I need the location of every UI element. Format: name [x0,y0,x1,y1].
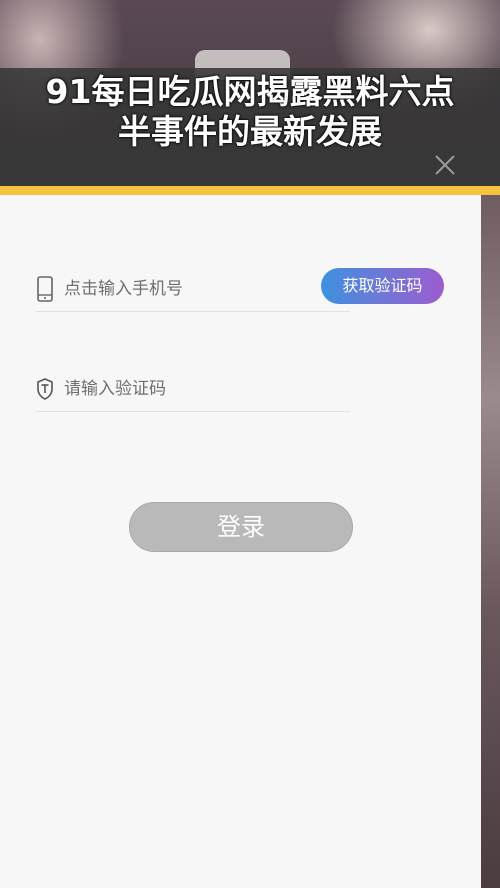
shield-icon [37,378,53,400]
verification-code-input[interactable] [64,377,334,401]
background-right-edge [480,190,500,888]
phone-number-input[interactable] [64,277,334,301]
login-button[interactable]: 登录 [129,502,353,552]
phone-field-row [36,271,350,312]
page-headline: 91每日吃瓜网揭露黑料六点 半事件的最新发展 [0,72,500,152]
headline-line-1: 91每日吃瓜网揭露黑料六点 [45,72,455,111]
close-button[interactable] [430,150,460,180]
login-card: 获取验证码 登录 [0,195,481,888]
accent-bar [0,186,500,195]
phone-icon [37,276,53,302]
get-verification-code-button[interactable]: 获取验证码 [321,268,444,304]
code-field-row [36,371,350,412]
headline-line-2: 半事件的最新发展 [118,112,382,151]
close-icon [435,155,455,175]
